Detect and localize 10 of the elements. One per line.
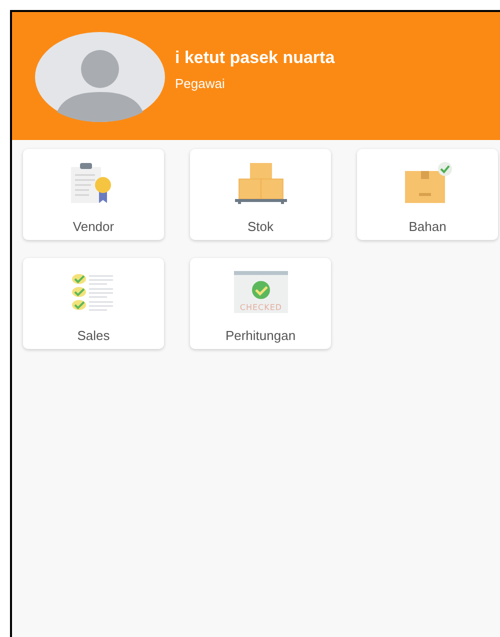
menu-card[interactable]: CHECKED Perhitungan	[190, 258, 331, 349]
menu-card[interactable]: Vendor	[23, 149, 164, 240]
menu-card[interactable]: Sales	[23, 258, 164, 349]
checked-window-icon: CHECKED	[232, 270, 288, 314]
menu-card[interactable]: Stok	[190, 149, 331, 240]
boxes-icon	[232, 161, 288, 205]
avatar-icon	[35, 32, 165, 122]
menu-card[interactable]: Bahan	[357, 149, 498, 240]
user-name: i ketut pasek nuarta	[175, 48, 335, 68]
user-role: Pegawai	[175, 76, 225, 91]
